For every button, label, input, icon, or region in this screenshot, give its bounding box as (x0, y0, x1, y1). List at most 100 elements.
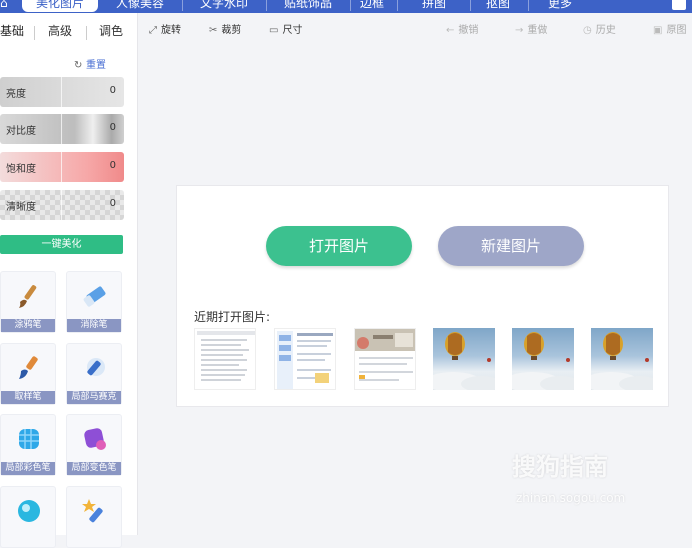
recent-thumbnail[interactable] (433, 328, 495, 390)
undo-icon: ← (446, 25, 455, 36)
tool-eraser-pen[interactable]: 消除笔 (66, 271, 122, 333)
subtab-divider (34, 26, 35, 40)
recent-thumbnail[interactable] (354, 328, 416, 390)
tool-sample-pen[interactable]: 取样笔 (0, 343, 56, 405)
clock-icon: ◷ (583, 25, 592, 36)
slider-divider (61, 152, 62, 182)
tab-collage[interactable]: 拼图 (418, 0, 450, 12)
tool-local-mosaic[interactable]: 局部马赛克 (66, 343, 122, 405)
slider-value: 0 (109, 85, 116, 96)
slider-divider (61, 114, 62, 144)
rotate-label: 旋转 (161, 25, 181, 36)
subtab-color[interactable]: 调色 (99, 19, 123, 43)
tool-extra-1[interactable] (0, 486, 56, 548)
top-nav: ⌂ 美化图片 人像美容 文字水印 贴纸饰品 边框 拼图 抠图 更多 (0, 0, 692, 13)
tool-local-recolor-pen[interactable]: 局部变色笔 (66, 414, 122, 476)
slider-divider (61, 77, 62, 107)
brush-icon (19, 285, 37, 308)
brightness-slider[interactable]: 亮度 0 (0, 77, 124, 107)
sogou-watermark: 搜狗指南 (512, 453, 608, 481)
screenshot-preview-icon (277, 331, 333, 389)
one-key-beautify-button[interactable]: 一键美化 (0, 235, 123, 254)
tab-more[interactable]: 更多 (544, 0, 576, 12)
original-button[interactable]: ▣ 原图 (653, 21, 686, 36)
start-card: 打开图片 新建图片 近期打开图片: (176, 185, 669, 407)
tab-watermark[interactable]: 文字水印 (188, 0, 260, 12)
open-image-button[interactable]: 打开图片 (266, 226, 412, 266)
undo-button[interactable]: ← 撤销 (446, 21, 478, 36)
left-panel: 基础 高级 调色 ↻ 重置 亮度 0 对比度 0 饱和度 0 清晰度 0 一键美化… (0, 13, 138, 548)
mosaic-pen-icon (87, 358, 105, 376)
history-button[interactable]: ◷ 历史 (583, 21, 616, 36)
recent-thumbnail[interactable] (591, 328, 653, 390)
tool-extra-2[interactable] (66, 486, 122, 548)
window-icon[interactable] (672, 0, 686, 10)
recent-thumbnail[interactable] (512, 328, 574, 390)
slider-label: 对比度 (6, 126, 36, 137)
slider-divider (61, 190, 62, 220)
history-label: 历史 (595, 25, 616, 36)
crop-button[interactable]: ✂ 裁剪 (209, 21, 241, 36)
recent-thumbnail[interactable] (274, 328, 336, 390)
scissors-icon: ✂ (209, 25, 218, 36)
undo-label: 撤销 (458, 25, 479, 36)
eraser-icon (83, 286, 106, 307)
tab-sticker[interactable]: 贴纸饰品 (272, 0, 344, 12)
image-icon: ▣ (653, 25, 663, 36)
new-image-button[interactable]: 新建图片 (438, 226, 584, 266)
tool-label: 局部彩色笔 (1, 462, 55, 475)
refresh-icon: ↻ (74, 60, 83, 71)
subtab-advanced[interactable]: 高级 (48, 19, 72, 43)
recolor-pen-icon (84, 428, 106, 450)
tab-portrait[interactable]: 人像美容 (104, 0, 176, 12)
tool-label: 涂鸦笔 (1, 319, 55, 332)
redo-button[interactable]: → 重做 (515, 21, 547, 36)
tab-beautify[interactable]: 美化图片 (22, 0, 98, 12)
nav-divider (470, 0, 471, 11)
tool-label: 局部变色笔 (67, 462, 121, 475)
slider-value: 0 (109, 160, 116, 171)
balloon-photo-icon (591, 332, 653, 390)
home-icon[interactable]: ⌂ (0, 0, 12, 12)
sphere-icon (18, 500, 40, 522)
subtab-basic[interactable]: 基础 (0, 19, 24, 43)
sogou-watermark-url: zhinan.sogou.com (516, 491, 626, 505)
tab-cutout[interactable]: 抠图 (482, 0, 514, 12)
recent-thumbnail[interactable] (194, 328, 256, 390)
reset-label: 重置 (86, 60, 106, 71)
tool-doodle-pen[interactable]: 涂鸦笔 (0, 271, 56, 333)
original-label: 原图 (666, 25, 687, 36)
slider-label: 亮度 (6, 89, 26, 100)
sharpness-slider[interactable]: 清晰度 0 (0, 190, 124, 220)
tab-border[interactable]: 边框 (356, 0, 388, 12)
recent-images-title: 近期打开图片: (194, 310, 271, 324)
size-button[interactable]: ▭ 尺寸 (269, 21, 302, 36)
tool-label: 取样笔 (1, 391, 55, 404)
slider-value: 0 (109, 122, 116, 133)
rotate-icon: ⤢ (149, 25, 157, 36)
nav-divider (397, 0, 398, 11)
nav-divider (528, 0, 529, 11)
nav-divider (182, 0, 183, 11)
reset-button[interactable]: ↻ 重置 (74, 56, 106, 71)
contrast-slider[interactable]: 对比度 0 (0, 114, 124, 144)
sample-brush-icon (19, 356, 38, 379)
redo-label: 重做 (527, 25, 548, 36)
saturation-slider[interactable]: 饱和度 0 (0, 152, 124, 182)
crop-label: 裁剪 (221, 25, 242, 36)
star-pen-icon (82, 499, 103, 523)
nav-divider (350, 0, 351, 11)
rotate-button[interactable]: ⤢ 旋转 (149, 21, 181, 36)
subtab-divider (86, 26, 87, 40)
nav-divider (266, 0, 267, 11)
sub-tabs: 基础 高级 调色 (0, 19, 138, 43)
color-pen-icon (19, 429, 39, 449)
profile-preview-icon (355, 329, 415, 381)
document-preview-icon (197, 331, 255, 381)
slider-label: 饱和度 (6, 164, 36, 175)
tool-label: 局部马赛克 (67, 391, 121, 404)
tool-local-color-pen[interactable]: 局部彩色笔 (0, 414, 56, 476)
balloon-photo-icon (512, 332, 574, 390)
slider-value: 0 (109, 198, 116, 209)
slider-label: 清晰度 (6, 202, 36, 213)
